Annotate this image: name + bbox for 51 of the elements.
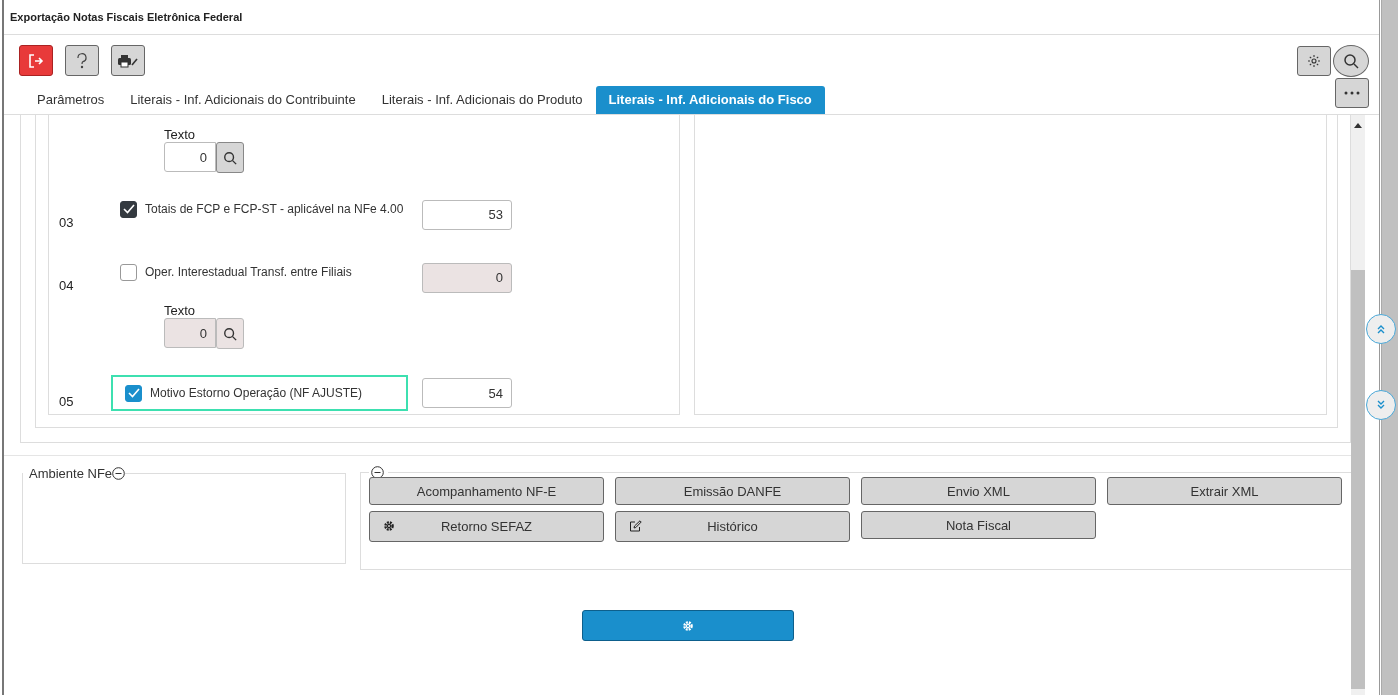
checkbox[interactable] [120, 200, 137, 218]
number-field[interactable]: 54 [422, 378, 512, 408]
more-icon [1344, 91, 1360, 95]
more-button[interactable] [1335, 78, 1369, 108]
double-up-icon [1376, 324, 1386, 334]
tab[interactable]: Literais - Inf. Adicionais do Produto [368, 86, 596, 114]
checkbox[interactable] [125, 384, 142, 402]
settings-icon [1307, 53, 1321, 68]
option-checkbox[interactable]: Motivo Estorno Operação (NF AJUSTE) [111, 375, 408, 411]
tab[interactable]: Parâmetros [24, 86, 118, 114]
tab[interactable]: Literais - Inf. Adicionais do Fisco [595, 86, 825, 114]
action-button[interactable]: Emissão DANFE [615, 477, 850, 505]
row-number: 05 [59, 392, 75, 409]
exit-icon [28, 52, 44, 69]
search-button[interactable] [216, 318, 244, 349]
field-label: Texto [164, 127, 197, 142]
action-button[interactable]: Acompanhamento NF-E [369, 477, 604, 505]
settings-button[interactable] [1297, 45, 1331, 76]
search-icon [1343, 52, 1359, 69]
panel-legend: Ambiente NFe [29, 466, 113, 481]
window-title: Exportação Notas Fiscais Eletrônica Federal [10, 11, 243, 23]
gear-icon [383, 520, 395, 532]
collapse-icon[interactable] [371, 466, 384, 479]
collapse-icon[interactable] [112, 467, 126, 480]
number-field[interactable]: 53 [422, 199, 512, 230]
action-button[interactable]: Histórico [615, 511, 850, 542]
action-button[interactable]: Envio XML [861, 477, 1096, 505]
scroll-down-button[interactable] [1366, 390, 1396, 420]
field-label: Texto [164, 303, 197, 318]
gear-icon [681, 619, 694, 632]
exit-button[interactable] [19, 45, 53, 76]
option-checkbox[interactable]: Totais de FCP e FCP-ST - aplicável na NFe 4.00 [111, 191, 408, 227]
help-button[interactable] [65, 45, 99, 76]
printer-button[interactable] [111, 45, 145, 76]
row-number: 04 [59, 277, 75, 293]
search-button[interactable] [1333, 44, 1369, 77]
search-button[interactable] [216, 142, 244, 173]
row-number: 03 [59, 214, 75, 230]
printer-icon [117, 53, 139, 68]
search-icon [223, 326, 237, 341]
up-arrow-icon[interactable] [1354, 123, 1362, 128]
texto-field[interactable]: 0 [164, 142, 216, 172]
action-button[interactable]: Nota Fiscal [861, 511, 1096, 539]
tab[interactable]: Literais - Inf. Adicionais do Contribuinte [117, 86, 369, 114]
action-button[interactable]: Extrair XML [1107, 477, 1342, 505]
help-icon [76, 52, 88, 69]
edit-icon [629, 520, 642, 532]
search-icon [223, 150, 237, 165]
scroll-up-button[interactable] [1366, 314, 1396, 344]
double-down-icon [1376, 400, 1386, 410]
action-button[interactable]: Retorno SEFAZ [369, 511, 604, 542]
